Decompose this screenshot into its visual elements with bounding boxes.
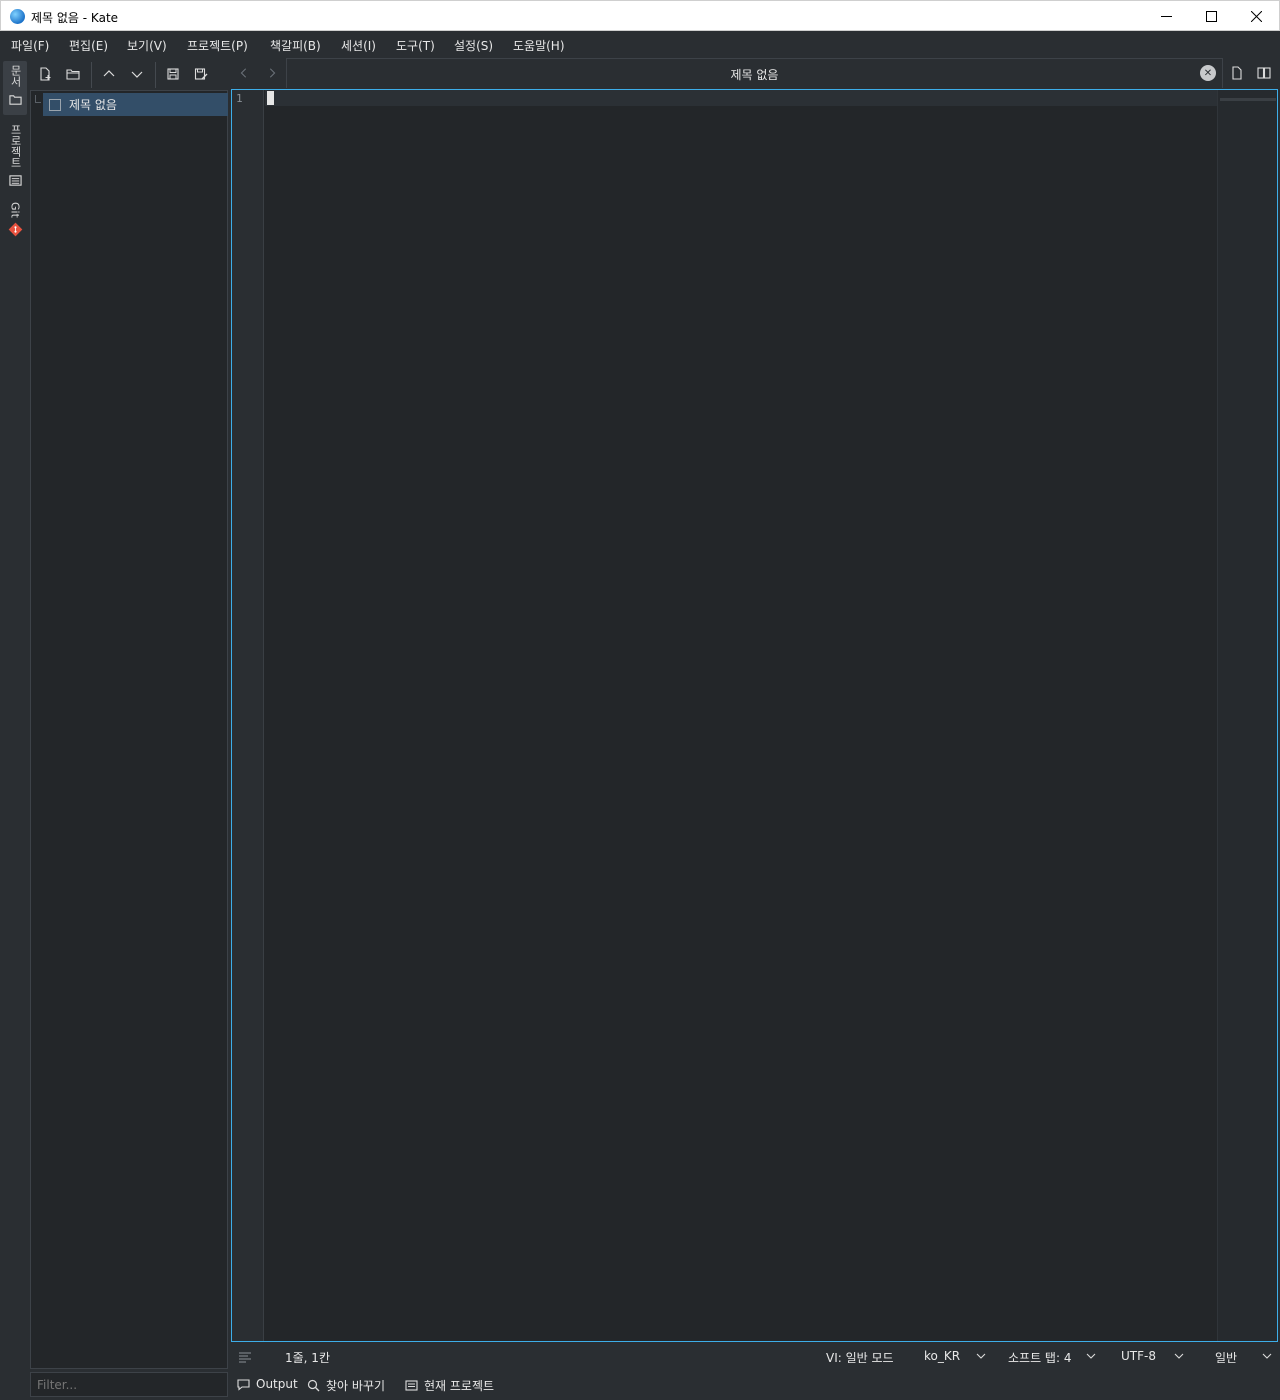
- text-document-icon: [49, 98, 61, 111]
- open-document-button[interactable]: [64, 65, 82, 83]
- documents-panel: 제목 없음: [30, 90, 228, 1369]
- project-list-icon: [405, 1380, 418, 1391]
- kate-app-icon: [10, 9, 25, 24]
- tab-forward-button[interactable]: [264, 64, 280, 82]
- tree-branch-line: [35, 95, 41, 103]
- sidebar-tab-label: 프로젝트: [9, 124, 22, 168]
- document-tab[interactable]: 제목 없음 ✕: [286, 58, 1223, 88]
- menu-settings[interactable]: 설정(S): [454, 37, 493, 54]
- split-view-button[interactable]: [1256, 64, 1272, 82]
- sidebar-tab-label: Git: [8, 202, 22, 218]
- menu-tools[interactable]: 도구(T): [396, 37, 435, 54]
- toolbar-separator: [155, 62, 156, 88]
- filter-input[interactable]: [31, 1373, 227, 1396]
- text-cursor: [267, 91, 274, 105]
- minimap-scrollbar[interactable]: [1217, 90, 1277, 1341]
- status-bar: 1줄, 1칸 VI: 일반 모드 ko_KR 소프트 탭: 4 UTF-8 일반: [231, 1342, 1280, 1370]
- syntax-mode-selector[interactable]: 일반: [1215, 1349, 1237, 1366]
- chevron-left-icon: [240, 68, 247, 78]
- chevron-down-icon: [131, 71, 143, 78]
- title-bar: 제목 없음 - Kate: [0, 0, 1280, 31]
- chevron-down-icon: [1086, 1353, 1096, 1359]
- toolbar-separator: [91, 62, 92, 88]
- close-button[interactable]: [1233, 1, 1279, 31]
- line-number: 1: [236, 92, 243, 105]
- text-editor[interactable]: 1: [231, 89, 1278, 1342]
- save-as-icon: [194, 68, 208, 80]
- line-number-gutter: 1: [232, 90, 264, 1341]
- next-document-button[interactable]: [128, 65, 146, 83]
- current-project-label: 현재 프로젝트: [424, 1379, 495, 1393]
- sidebar-tab-documents[interactable]: 문서: [3, 61, 27, 115]
- output-label: Output: [256, 1377, 298, 1391]
- menu-view[interactable]: 보기(V): [127, 37, 167, 54]
- split-view-icon: [1257, 67, 1271, 79]
- save-as-button[interactable]: [192, 65, 210, 83]
- menu-bar: 파일(F) 편집(E) 보기(V) 프로젝트(P) 책갈피(B) 세션(I) 도…: [0, 31, 1280, 58]
- save-icon: [167, 68, 179, 80]
- chevron-up-icon: [103, 70, 115, 77]
- tab-back-button[interactable]: [236, 64, 252, 82]
- word-wrap-icon[interactable]: [239, 1351, 251, 1363]
- document-icon: [1232, 66, 1242, 80]
- sidebar-tab-git[interactable]: Git: [3, 198, 27, 244]
- chevron-down-icon: [976, 1353, 986, 1359]
- minimize-button[interactable]: [1143, 1, 1189, 31]
- git-icon: [8, 222, 22, 237]
- window-title: 제목 없음 - Kate: [31, 11, 119, 25]
- encoding-selector[interactable]: UTF-8: [1121, 1349, 1156, 1363]
- search-replace-button[interactable]: 찾아 바꾸기: [307, 1377, 385, 1394]
- new-tab-button[interactable]: [1229, 64, 1245, 82]
- document-list-item[interactable]: 제목 없음: [43, 93, 228, 116]
- document-name: 제목 없음: [69, 98, 117, 112]
- maximize-button[interactable]: [1188, 1, 1234, 31]
- menu-sessions[interactable]: 세션(I): [341, 37, 376, 54]
- save-button[interactable]: [164, 65, 182, 83]
- minimize-icon: [1160, 15, 1172, 17]
- search-replace-label: 찾아 바꾸기: [326, 1379, 386, 1393]
- chevron-down-icon: [1262, 1353, 1272, 1359]
- sidebar-tab-projects[interactable]: 프로젝트: [3, 120, 27, 192]
- menu-help[interactable]: 도움말(H): [513, 37, 565, 54]
- dictionary-selector[interactable]: ko_KR: [924, 1349, 960, 1363]
- menu-edit[interactable]: 편집(E): [69, 37, 108, 54]
- previous-document-button[interactable]: [100, 65, 118, 83]
- output-panel-button[interactable]: Output: [237, 1377, 298, 1391]
- new-document-button[interactable]: [36, 65, 54, 83]
- maximize-icon: [1205, 10, 1217, 22]
- chevron-down-icon: [1174, 1353, 1184, 1359]
- indent-settings[interactable]: 소프트 탭: 4: [1008, 1349, 1071, 1366]
- search-icon: [307, 1379, 320, 1392]
- tab-title: 제목 없음: [730, 68, 779, 82]
- menu-bookmarks[interactable]: 책갈피(B): [270, 37, 321, 54]
- folder-open-icon: [66, 69, 80, 80]
- speech-bubble-icon: [237, 1378, 250, 1391]
- bottom-toolbar: Output 찾아 바꾸기 현재 프로젝트: [231, 1372, 1280, 1398]
- current-project-button[interactable]: 현재 프로젝트: [405, 1377, 494, 1394]
- chevron-right-icon: [269, 68, 276, 78]
- sidebar-tab-label: 문서: [9, 65, 22, 87]
- project-list-icon: [8, 175, 22, 186]
- menu-projects[interactable]: 프로젝트(P): [187, 37, 248, 54]
- cursor-position[interactable]: 1줄, 1칸: [285, 1349, 330, 1366]
- document-filter: [30, 1372, 228, 1397]
- menu-file[interactable]: 파일(F): [11, 37, 49, 54]
- left-sidebar: 문서 프로젝트 Git: [0, 58, 30, 1400]
- minimap-viewport: [1220, 98, 1276, 101]
- close-circle-icon: ✕: [1203, 67, 1213, 79]
- current-line-highlight: [265, 90, 1218, 106]
- new-document-icon: [40, 67, 51, 81]
- folder-icon: [8, 95, 22, 105]
- vi-mode-indicator[interactable]: VI: 일반 모드: [826, 1349, 894, 1366]
- close-icon: [1250, 10, 1262, 22]
- tab-close-button[interactable]: ✕: [1200, 65, 1216, 81]
